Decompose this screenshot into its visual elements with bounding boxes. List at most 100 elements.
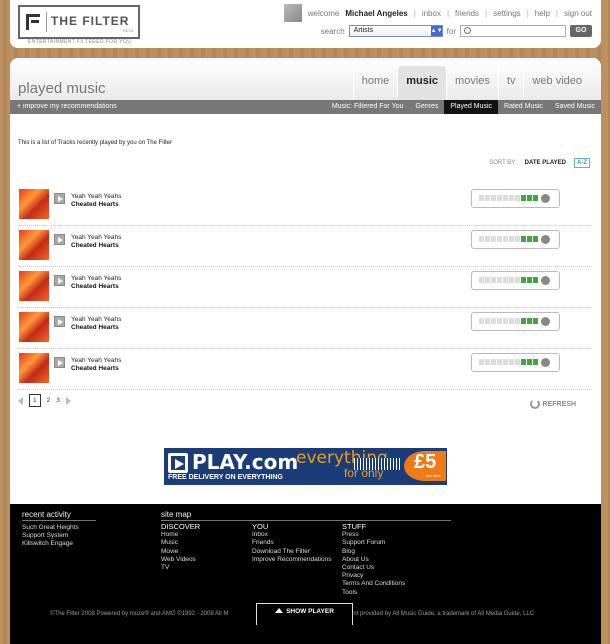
rating-knob[interactable] [541, 317, 550, 326]
footer-link-download[interactable]: Download The Filter [252, 548, 331, 556]
track-title[interactable]: Cheated Hearts [71, 283, 119, 290]
tab-movies[interactable]: movies [446, 66, 498, 100]
rating-slider[interactable] [471, 230, 560, 249]
rating-slider[interactable] [471, 189, 560, 208]
footer-link-tools[interactable]: Tools [342, 589, 405, 597]
subnav-filtered-for-you[interactable]: Music: Filtered For You [326, 100, 410, 114]
track-title[interactable]: Cheated Hearts [71, 242, 119, 249]
rating-knob[interactable] [541, 194, 550, 203]
go-button[interactable]: GO [570, 25, 592, 37]
sort-date-played[interactable]: DATE PLAYED [525, 160, 566, 166]
recent-activity-heading: recent activity [22, 510, 96, 521]
footer-link-tv[interactable]: TV [161, 564, 200, 572]
page-1[interactable]: 1 [29, 394, 41, 407]
recent-item[interactable]: Killswitch Engage [22, 540, 79, 548]
rating-slider[interactable] [471, 271, 560, 290]
recent-item[interactable]: Such Great Heights [22, 524, 79, 532]
recent-item[interactable]: Support System [22, 532, 79, 540]
sitemap-you: YOU Inbox Friends Download The Filter Im… [252, 522, 331, 564]
rating-knob[interactable] [541, 358, 550, 367]
play-logo-icon [168, 453, 188, 473]
link-help[interactable]: help [535, 9, 550, 18]
ad-price-badge: £5 per item [404, 451, 446, 481]
track-title[interactable]: Cheated Hearts [71, 365, 119, 372]
page-3[interactable]: 3 [56, 397, 60, 404]
footer-link-contact[interactable]: Contact Us [342, 564, 405, 572]
show-player-button[interactable]: SHOW PLAYER [256, 603, 353, 625]
username[interactable]: Michael Angeles [345, 9, 407, 18]
artist-name[interactable]: Yeah Yeah Yeahs [71, 316, 121, 323]
search-input[interactable] [460, 25, 566, 37]
play-icon[interactable] [54, 234, 65, 245]
page-2[interactable]: 2 [47, 397, 51, 404]
rating-knob[interactable] [541, 276, 550, 285]
link-sign-out[interactable]: sign out [564, 9, 592, 18]
footer-link-press[interactable]: Press [342, 531, 405, 539]
play-icon[interactable] [54, 193, 65, 204]
album-art[interactable] [19, 312, 49, 342]
site-header: THE FILTER BETA ENTERTAINMENT FILTERED F… [10, 0, 601, 48]
footer-link-friends[interactable]: Friends [252, 539, 331, 547]
link-settings[interactable]: settings [493, 9, 521, 18]
footer-link-support-forum[interactable]: Support Forum [342, 539, 405, 547]
rating-segment [491, 318, 496, 324]
search-category-select[interactable]: Artists ▲▼ [348, 25, 443, 37]
rating-segment [533, 277, 538, 283]
rating-segment [509, 359, 514, 365]
footer-link-movie[interactable]: Movie [161, 548, 200, 556]
artist-name[interactable]: Yeah Yeah Yeahs [71, 275, 121, 282]
play-icon[interactable] [54, 357, 65, 368]
album-art[interactable] [19, 189, 49, 219]
rating-slider[interactable] [471, 353, 560, 372]
subnav-genres[interactable]: Genres [409, 100, 444, 114]
artist-name[interactable]: Yeah Yeah Yeahs [71, 234, 121, 241]
footer-link-home[interactable]: Home [161, 531, 200, 539]
subnav-rated-music[interactable]: Rated Music [498, 100, 549, 114]
track-title[interactable]: Cheated Hearts [71, 324, 119, 331]
album-art[interactable] [19, 230, 49, 260]
refresh-button[interactable]: REFRESH [529, 399, 576, 409]
pagination: 1 2 3 [18, 394, 71, 407]
rating-segment [497, 277, 502, 283]
rating-knob[interactable] [541, 235, 550, 244]
rating-segment [503, 277, 508, 283]
ad-delivery: FREE DELIVERY ON EVERYTHING [168, 474, 283, 481]
album-art[interactable] [19, 353, 49, 383]
rating-segment [521, 359, 526, 365]
rating-segment [521, 277, 526, 283]
album-art[interactable] [19, 271, 49, 301]
track-title[interactable]: Cheated Hearts [71, 201, 119, 208]
footer-link-web-videos[interactable]: Web Videos [161, 556, 200, 564]
rating-slider[interactable] [471, 312, 560, 331]
tab-tv[interactable]: tv [497, 66, 524, 100]
footer-link-inbox[interactable]: Inbox [252, 531, 331, 539]
subnav-played-music[interactable]: Played Music [444, 100, 499, 114]
improve-recommendations-link[interactable]: + improve my recommendations [17, 100, 117, 114]
link-friends[interactable]: friends [455, 9, 479, 18]
play-icon[interactable] [54, 316, 65, 327]
advertisement-banner[interactable]: PLAY.com FREE DELIVERY ON EVERYTHING eve… [164, 448, 447, 485]
tab-web-video[interactable]: web video [523, 66, 590, 100]
avatar[interactable] [283, 4, 302, 22]
footer-link-about[interactable]: About Us [342, 556, 405, 564]
next-page-icon[interactable] [65, 396, 71, 405]
sort-a-z[interactable]: A-Z [574, 158, 590, 168]
copyright: ©The Filter 2008 Powered by muze® and AM… [50, 611, 535, 617]
rating-segment [503, 195, 508, 201]
footer-link-privacy[interactable]: Privacy [342, 572, 405, 580]
footer-link-improve[interactable]: Improve Recommendations [252, 556, 331, 564]
tab-home[interactable]: home [352, 66, 398, 100]
artist-name[interactable]: Yeah Yeah Yeahs [71, 193, 121, 200]
prev-page-icon[interactable] [18, 396, 23, 405]
footer-link-blog[interactable]: Blog [342, 548, 405, 556]
logo[interactable]: THE FILTER BETA [18, 5, 140, 39]
artist-name[interactable]: Yeah Yeah Yeahs [71, 357, 121, 364]
footer-link-terms[interactable]: Terms And Conditions [342, 580, 405, 588]
link-inbox[interactable]: inbox [422, 9, 441, 18]
play-icon[interactable] [54, 275, 65, 286]
rating-segment [509, 318, 514, 324]
subnav-saved-music[interactable]: Saved Music [549, 100, 601, 114]
footer-link-music[interactable]: Music [161, 539, 200, 547]
tab-music[interactable]: music [397, 66, 447, 100]
rating-segment [515, 236, 520, 242]
